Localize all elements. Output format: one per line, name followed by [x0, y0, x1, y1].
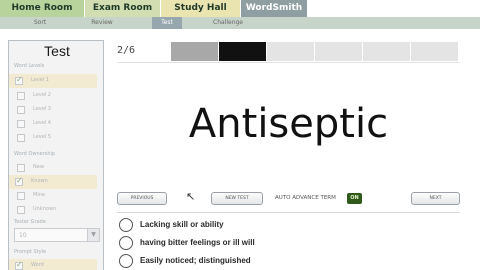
answer-text: Easily noticed; distinguished — [140, 256, 251, 265]
answer-option[interactable]: having bitter feelings or ill will — [119, 236, 449, 251]
word-display: Antiseptic — [117, 62, 460, 185]
answer-text: Lacking skill or ability — [140, 220, 224, 229]
ownership-label: Mine — [33, 192, 45, 198]
prompt-option[interactable]: Word — [9, 259, 97, 270]
ownership-option[interactable]: New — [11, 161, 97, 175]
subnav-sort[interactable]: Sort — [25, 17, 55, 29]
chevron-down-icon[interactable]: ▼ — [87, 229, 99, 241]
checkbox[interactable] — [15, 176, 23, 186]
tab-study-hall[interactable]: Study Hall — [161, 0, 241, 17]
checkbox[interactable] — [17, 134, 25, 142]
question-counter: 2/6 — [117, 45, 136, 56]
ownership-option[interactable]: Known — [9, 175, 97, 189]
answer-option[interactable]: Easily noticed; distinguished — [119, 254, 449, 269]
test-word: Antiseptic — [188, 101, 389, 147]
ownership-option[interactable]: Mine — [11, 189, 97, 203]
checkbox[interactable] — [17, 106, 25, 114]
level-option[interactable]: Level 3 — [11, 103, 97, 117]
panel-title: Test — [44, 43, 70, 59]
auto-advance-label: AUTO ADVANCE TERM — [275, 195, 336, 201]
tab-home-room[interactable]: Home Room — [0, 0, 85, 17]
progress-segment — [315, 42, 362, 61]
level-label: Level 4 — [33, 120, 51, 126]
progress-segment — [171, 42, 218, 61]
tab-exam-room[interactable]: Exam Room — [85, 0, 161, 17]
checkbox[interactable] — [17, 164, 25, 172]
level-option[interactable]: Level 1 — [9, 74, 97, 88]
test-options-panel: Test Word Levels Level 1 Level 2 Level 3… — [8, 40, 104, 270]
radio-button[interactable] — [119, 254, 133, 268]
next-button[interactable]: NEXT — [411, 192, 460, 205]
checkbox[interactable] — [17, 120, 25, 128]
main-tab-bar: Home Room Exam Room Study Hall WordSmith — [0, 0, 480, 17]
grade-select[interactable]: 10 ▼ — [14, 228, 100, 242]
prompt-style-label: Prompt Style — [14, 249, 47, 255]
checkbox[interactable] — [17, 206, 25, 214]
level-label: Level 3 — [33, 106, 51, 112]
checkbox[interactable] — [15, 75, 23, 85]
level-label: Level 5 — [33, 134, 51, 140]
progress-bar — [171, 42, 460, 61]
word-levels-label: Word Levels — [14, 63, 45, 69]
subnav-review[interactable]: Review — [85, 17, 119, 29]
prompt-label: Word — [31, 262, 44, 268]
checkbox[interactable] — [17, 192, 25, 200]
checkbox[interactable] — [17, 92, 25, 100]
checkbox[interactable] — [15, 260, 23, 270]
previous-button[interactable]: PREVIOUS — [117, 192, 167, 205]
level-option[interactable]: Level 4 — [11, 117, 97, 131]
ownership-label: Unknown — [33, 206, 57, 212]
mouse-cursor-icon: ↖ — [186, 190, 196, 203]
subnav-test[interactable]: Test — [152, 17, 182, 29]
radio-button[interactable] — [119, 236, 133, 250]
ownership-option[interactable]: Unknown — [11, 203, 97, 217]
level-label: Level 2 — [33, 92, 51, 98]
new-test-button[interactable]: NEW TEST — [211, 192, 263, 205]
sub-nav: Sort Review Test Challenge — [0, 17, 480, 29]
progress-segment — [219, 42, 266, 61]
progress-segment — [267, 42, 314, 61]
level-label: Level 1 — [31, 77, 49, 83]
ownership-label: New — [33, 164, 44, 170]
subnav-challenge[interactable]: Challenge — [210, 17, 246, 29]
tab-wordsmith[interactable]: WordSmith — [241, 0, 308, 17]
auto-advance-toggle[interactable]: ON — [347, 193, 362, 204]
ownership-label: Known — [31, 178, 48, 184]
word-ownership-label: Word Ownership — [14, 151, 56, 157]
level-option[interactable]: Level 5 — [11, 131, 97, 145]
grade-value: 10 — [19, 232, 27, 239]
progress-segment — [411, 42, 458, 61]
tester-grade-label: Tester Grade — [14, 219, 46, 225]
level-option[interactable]: Level 2 — [11, 89, 97, 103]
answer-text: having bitter feelings or ill will — [140, 238, 255, 247]
answer-option[interactable]: Lacking skill or ability — [119, 218, 449, 233]
radio-button[interactable] — [119, 218, 133, 232]
answer-list: Lacking skill or ability having bitter f… — [117, 212, 460, 270]
progress-segment — [363, 42, 410, 61]
